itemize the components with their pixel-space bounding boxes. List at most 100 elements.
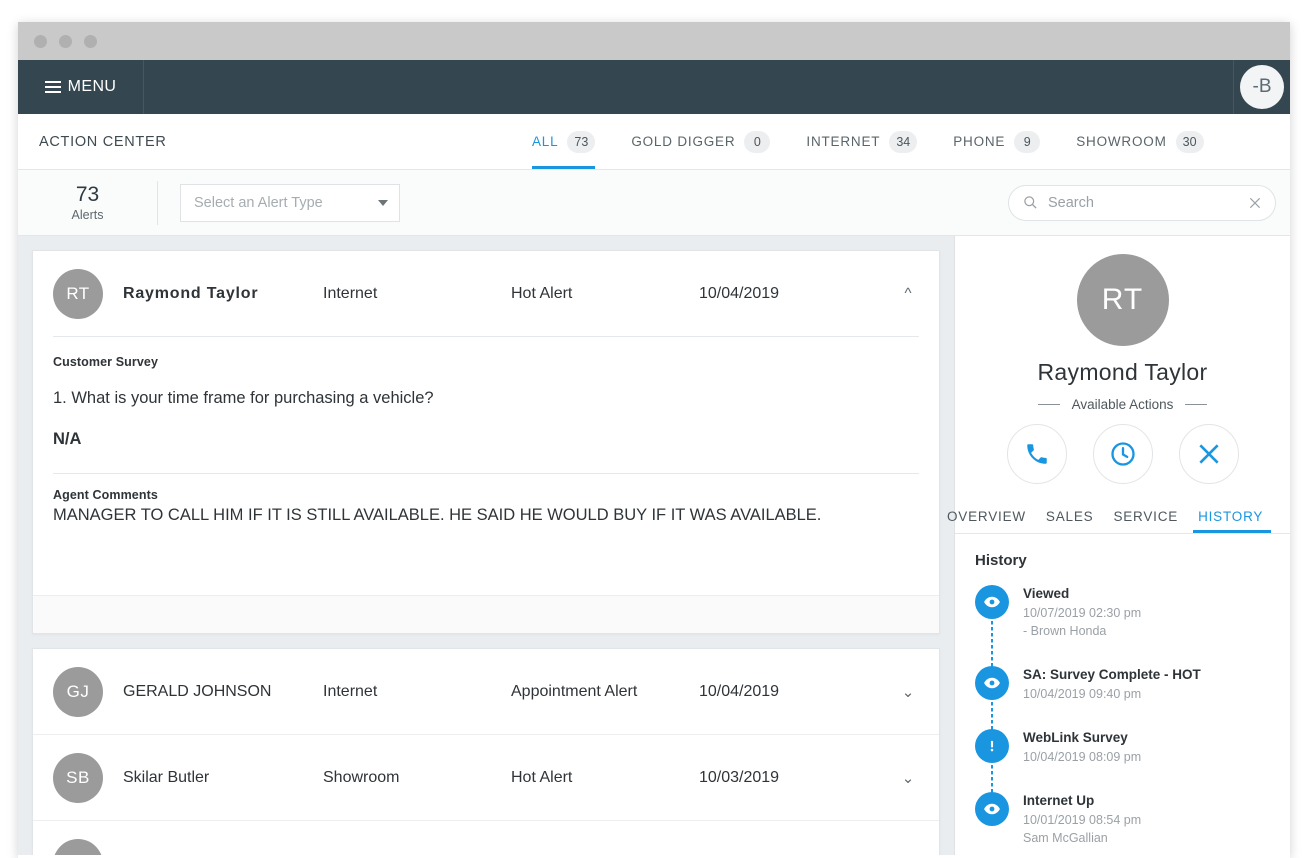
avatar: RT <box>1077 254 1169 346</box>
dismiss-action[interactable] <box>1179 424 1239 484</box>
alert-date: 10/04/2019 <box>699 683 897 701</box>
menu-button[interactable]: MENU <box>18 60 144 114</box>
tab-gold-digger[interactable]: GOLD DIGGER 0 <box>613 114 788 169</box>
tab-all[interactable]: ALL 73 <box>514 114 613 169</box>
chevron-down-icon[interactable]: ⌄ <box>897 683 919 701</box>
timeline-connector <box>991 621 993 668</box>
window-close-dot[interactable] <box>34 35 47 48</box>
search-icon <box>1023 195 1038 210</box>
browser-chrome-bar <box>18 22 1290 60</box>
alert-source: Internet <box>323 683 511 701</box>
history-title-text: SA: Survey Complete - HOT <box>1023 666 1201 685</box>
nav-spacer <box>144 60 1233 114</box>
schedule-action[interactable] <box>1093 424 1153 484</box>
alert-name: Skilar Butler <box>123 769 323 787</box>
tab-showroom-count: 30 <box>1176 131 1204 153</box>
browser-window: MENU -B ACTION CENTER ALL 73 GOLD DIGGER… <box>18 22 1290 858</box>
alert-detail: Customer Survey 1. What is your time fra… <box>33 337 939 595</box>
divider <box>53 473 919 474</box>
alert-count-number: 73 <box>18 183 157 206</box>
history-time: 10/04/2019 09:40 pm <box>1023 685 1201 703</box>
alert-source: Internet <box>323 285 511 303</box>
list-item[interactable]: SA: Survey Complete - HOT 10/04/2019 09:… <box>975 666 1290 729</box>
user-avatar[interactable]: -B <box>1240 65 1284 109</box>
history-time: 10/04/2019 08:09 pm <box>1023 748 1141 766</box>
clear-search-icon[interactable] <box>1248 196 1262 210</box>
tab-all-count: 73 <box>567 131 595 153</box>
timeline-connector <box>991 702 993 731</box>
tab-showroom[interactable]: SHOWROOM 30 <box>1058 114 1221 169</box>
chevron-up-icon[interactable]: ^ <box>897 285 919 302</box>
history-meta: Sam McGallian <box>1023 829 1141 847</box>
tab-sales[interactable]: SALES <box>1036 509 1104 533</box>
alert-type-select[interactable]: Select an Alert Type <box>180 184 400 222</box>
timeline-connector <box>991 765 993 794</box>
agent-comments-text: MANAGER TO CALL HIM IF IT IS STILL AVAIL… <box>53 506 919 525</box>
tab-showroom-label: SHOWROOM <box>1076 134 1166 149</box>
tab-overview[interactable]: OVERVIEW <box>937 509 1036 533</box>
chevron-down-icon[interactable]: ⌄ <box>897 769 919 787</box>
nav-user-area: -B <box>1233 60 1290 114</box>
alert-count-label: Alerts <box>18 208 157 222</box>
history-title-text: Viewed <box>1023 585 1141 604</box>
phone-icon <box>1024 441 1050 467</box>
alert-icon <box>975 729 1009 763</box>
list-item[interactable]: Internet Up 10/01/2019 08:54 pm Sam McGa… <box>975 792 1290 847</box>
eye-icon <box>975 792 1009 826</box>
alert-name: Raymond Taylor <box>123 285 323 303</box>
table-row[interactable]: GJ GERALD JOHNSON Internet Appointment A… <box>33 649 939 734</box>
tab-service[interactable]: SERVICE <box>1103 509 1188 533</box>
action-buttons <box>955 424 1290 484</box>
alert-date: 10/03/2019 <box>699 769 897 787</box>
alert-card-collapsed-list: GJ GERALD JOHNSON Internet Appointment A… <box>32 648 940 855</box>
tab-internet-count: 34 <box>889 131 917 153</box>
history-time: 10/01/2019 08:54 pm <box>1023 811 1141 829</box>
hamburger-icon <box>45 81 61 93</box>
alert-name: GERALD JOHNSON <box>123 683 323 701</box>
avatar: GJ <box>53 667 103 717</box>
main-content: RT Raymond Taylor Internet Hot Alert 10/… <box>18 236 1290 855</box>
menu-label: MENU <box>68 78 117 96</box>
tab-all-label: ALL <box>532 134 558 149</box>
alert-tabs: ALL 73 GOLD DIGGER 0 INTERNET 34 PHONE 9… <box>514 114 1222 169</box>
table-row[interactable]: RT Raymond Taylor Internet Hot Alert 10/… <box>33 251 939 336</box>
tab-phone[interactable]: PHONE 9 <box>935 114 1058 169</box>
tab-phone-label: PHONE <box>953 134 1005 149</box>
history-time: 10/07/2019 02:30 pm <box>1023 604 1141 622</box>
tab-gold-digger-label: GOLD DIGGER <box>631 134 735 149</box>
tab-history[interactable]: HISTORY <box>1188 509 1273 533</box>
filter-bar: 73 Alerts Select an Alert Type Search <box>18 170 1290 236</box>
detail-panel: RT Raymond Taylor Available Actions <box>954 236 1290 855</box>
table-row[interactable]: SB Skilar Butler Showroom Hot Alert 10/0… <box>33 735 939 820</box>
tab-internet-label: INTERNET <box>806 134 880 149</box>
tab-internet[interactable]: INTERNET 34 <box>788 114 935 169</box>
alert-type: Hot Alert <box>511 285 699 303</box>
search-placeholder: Search <box>1048 195 1238 211</box>
avatar <box>53 839 103 856</box>
window-minimize-dot[interactable] <box>59 35 72 48</box>
list-item[interactable]: WebLink Survey 10/04/2019 08:09 pm <box>975 729 1290 792</box>
card-footer <box>33 595 939 633</box>
avatar: RT <box>53 269 103 319</box>
survey-answer: N/A <box>53 430 919 449</box>
available-actions-header: Available Actions <box>955 397 1290 412</box>
table-row[interactable] <box>33 821 939 855</box>
alert-type: Appointment Alert <box>511 683 699 701</box>
list-item[interactable]: Viewed 10/07/2019 02:30 pm - Brown Honda <box>975 585 1290 666</box>
history-title: History <box>975 552 1290 569</box>
call-action[interactable] <box>1007 424 1067 484</box>
alert-date: 10/04/2019 <box>699 285 897 303</box>
available-actions-label: Available Actions <box>1072 397 1174 412</box>
eye-icon <box>975 585 1009 619</box>
divider <box>1185 404 1207 405</box>
tab-gold-digger-count: 0 <box>744 131 770 153</box>
alert-type-select-value: Select an Alert Type <box>194 195 323 211</box>
alert-source: Showroom <box>323 769 511 787</box>
top-nav-bar: MENU -B <box>18 60 1290 114</box>
alert-list: RT Raymond Taylor Internet Hot Alert 10/… <box>18 236 954 855</box>
page-title: ACTION CENTER <box>39 134 167 150</box>
history-title-text: WebLink Survey <box>1023 729 1141 748</box>
search-input[interactable]: Search <box>1008 185 1276 221</box>
detail-subtabs: OVERVIEW SALES SERVICE HISTORY <box>955 496 1290 534</box>
window-maximize-dot[interactable] <box>84 35 97 48</box>
